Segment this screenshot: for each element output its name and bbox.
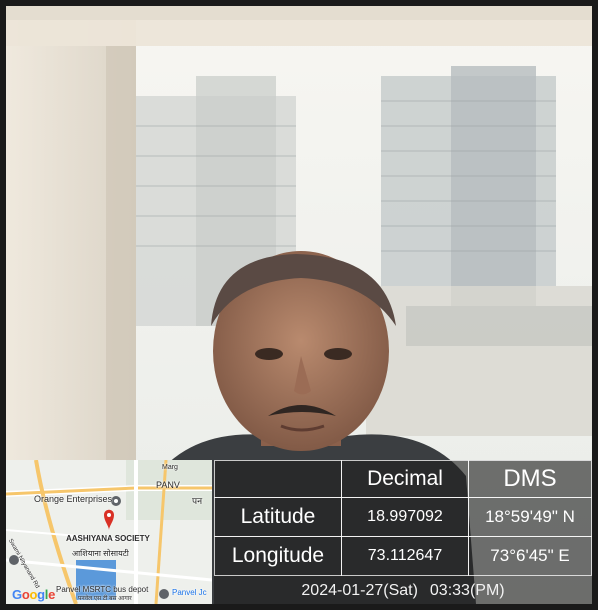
longitude-dms: 73°6'45" E xyxy=(468,536,592,576)
header-decimal: Decimal xyxy=(341,460,469,498)
latitude-dms: 18°59'49" N xyxy=(468,497,592,537)
map-label-panvel-depot: Panvel MSRTC bus depot xyxy=(56,585,149,594)
photo-frame: Orange Enterprises PANV पन Marg AASHIYAN… xyxy=(0,0,598,610)
map-label-panv-local: पन xyxy=(192,496,203,506)
place-marker-icon xyxy=(111,496,121,506)
map-label-aashiyana: AASHIYANA SOCIETY xyxy=(66,534,150,543)
google-logo: Google xyxy=(12,587,56,602)
map-label-panv: PANV xyxy=(156,480,180,490)
map-label-marg: Marg xyxy=(162,464,178,471)
header-dms: DMS xyxy=(468,460,592,498)
timestamp-date: 2024-01-27(Sat) xyxy=(301,582,418,599)
timestamp-time: 03:33(PM) xyxy=(429,582,505,599)
map-label-panvel-depot-local: पनवेल एस टी बस आगार xyxy=(78,596,132,602)
map-label-panvel-j: Panvel Jc xyxy=(172,588,207,597)
table-corner xyxy=(214,460,342,498)
latitude-decimal: 18.997092 xyxy=(341,497,469,537)
coordinates-panel: Decimal DMS Latitude 18.997092 18°59'49"… xyxy=(214,460,592,604)
timestamp: 2024-01-27(Sat) 03:33(PM) xyxy=(214,578,592,604)
row-label-latitude: Latitude xyxy=(214,497,342,537)
longitude-decimal: 73.112647 xyxy=(341,536,469,576)
geotag-overlay: Orange Enterprises PANV पन Marg AASHIYAN… xyxy=(6,460,592,604)
location-map[interactable]: Orange Enterprises PANV पन Marg AASHIYAN… xyxy=(6,460,212,604)
row-label-longitude: Longitude xyxy=(214,536,342,576)
map-label-aashiyana-local: आशियाना सोसायटी xyxy=(72,549,129,558)
map-label-orange-enterprises: Orange Enterprises xyxy=(34,494,113,504)
